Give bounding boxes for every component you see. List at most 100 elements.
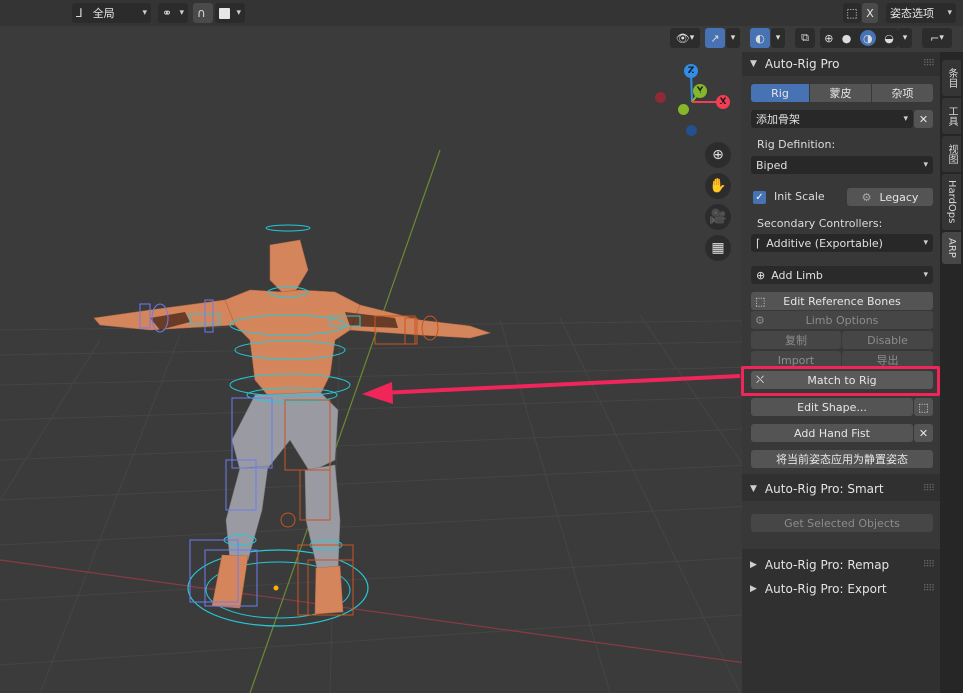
rig-definition-label: Rig Definition: — [757, 138, 836, 151]
tab-misc[interactable]: 杂项 — [872, 84, 933, 102]
duplicate-button[interactable]: 复制 — [751, 331, 841, 349]
visibility-dropdown[interactable]: 👁 ▾ — [670, 28, 700, 48]
tab-view[interactable]: 视图 — [942, 136, 961, 172]
tab-hardops[interactable]: HardOps — [942, 174, 961, 230]
limb-options-button[interactable]: ⚙ Limb Options — [751, 311, 933, 329]
add-limb-dropdown[interactable]: ⊕ Add Limb ▾ — [751, 266, 933, 284]
edit-shape-mirror-button[interactable]: ⬚ — [914, 398, 933, 416]
pivot-point-dropdown[interactable]: ⚭ ▾ — [158, 3, 188, 23]
perspective-grid-icon[interactable]: ▦ — [705, 235, 731, 261]
remap-panel-header[interactable]: ▶ Auto-Rig Pro: Remap ⠿⠿ — [742, 553, 940, 577]
drag-grip-icon[interactable]: ⠿⠿ — [923, 59, 935, 69]
add-hand-fist-button[interactable]: Add Hand Fist — [751, 424, 913, 442]
import-label: Import — [777, 353, 815, 367]
secondary-controllers-dropdown[interactable]: ⌈ Additive (Exportable) ▾ — [751, 234, 933, 252]
remove-armature-button[interactable]: ✕ — [914, 110, 933, 128]
close-icon: ✕ — [918, 112, 929, 126]
snap-dropdown[interactable]: ▾ — [215, 3, 245, 23]
chevron-down-icon: ▾ — [179, 8, 184, 18]
init-scale-label: Init Scale — [774, 190, 825, 203]
export-panel-header[interactable]: ▶ Auto-Rig Pro: Export ⠿⠿ — [742, 577, 940, 601]
material-shading-icon[interactable]: ◑ — [859, 30, 876, 46]
edit-reference-bones-button[interactable]: ⬚ Edit Reference Bones — [751, 292, 933, 310]
tab-tool[interactable]: 工具 — [942, 98, 961, 134]
xray-icon: ⧉ — [801, 31, 809, 44]
gear-icon: ⚙ — [861, 190, 872, 204]
add-armature-label: 添加骨架 — [756, 113, 800, 126]
duplicate-label: 复制 — [785, 334, 807, 347]
tab-rig[interactable]: Rig — [751, 84, 809, 102]
mirror-icon: ⬚ — [918, 400, 929, 414]
apply-pose-as-rest-button[interactable]: 将当前姿态应用为静置姿态 — [751, 450, 933, 468]
get-selected-objects-label: Get Selected Objects — [784, 516, 900, 530]
rendered-shading-icon[interactable]: ◒ — [884, 32, 894, 45]
pan-hand-icon[interactable]: ✋ — [705, 173, 731, 199]
editor-options-dropdown[interactable]: ⌐ ▾ — [922, 28, 952, 48]
smart-panel-title: Auto-Rig Pro: Smart — [764, 482, 884, 496]
bracket-icon: ⌈ — [756, 236, 761, 250]
zoom-icon[interactable]: ⊕ — [705, 142, 731, 168]
auto-rig-pro-panel-header[interactable]: ▼ Auto-Rig Pro ⠿⠿ — [742, 52, 940, 76]
smart-panel-body: Get Selected Objects — [742, 501, 940, 549]
tab-item[interactable]: 条目 — [942, 60, 961, 96]
export-panel-title: Auto-Rig Pro: Export — [764, 582, 887, 596]
gear-icon: ⚙ — [755, 313, 765, 327]
legacy-label: Legacy — [879, 190, 919, 204]
pose-mirror-button[interactable]: ⬚ — [843, 3, 861, 23]
chevron-down-icon: ▾ — [730, 33, 736, 43]
drag-grip-icon[interactable]: ⠿⠿ — [923, 584, 935, 594]
sidebar-vertical-tabs: 条目 工具 视图 HardOps ARP — [940, 52, 963, 693]
pose-options-dropdown[interactable]: 姿态选项 ▾ — [886, 3, 956, 23]
chevron-down-icon: ▾ — [923, 270, 928, 280]
tab-skinning[interactable]: 蒙皮 — [810, 84, 871, 102]
overlays-toggle[interactable]: ◐ — [750, 28, 770, 48]
remap-panel-title: Auto-Rig Pro: Remap — [764, 558, 890, 572]
orientation-axes-icon: ⅃ — [76, 6, 83, 20]
rig-definition-dropdown[interactable]: Biped ▾ — [751, 156, 933, 174]
close-icon: ✕ — [918, 426, 929, 440]
edit-shape-button[interactable]: Edit Shape... — [751, 398, 913, 416]
chevron-down-icon: ▾ — [142, 8, 147, 18]
init-scale-checkbox[interactable]: ✓ — [753, 191, 766, 204]
x-mirror-label: X — [866, 6, 874, 20]
viewport-header: ⅃ 全局 ▾ ⚭ ▾ ∩ ▾ ⬚ X 姿态选项 ▾ — [0, 0, 963, 26]
add-limb-label: Add Limb — [771, 268, 823, 282]
expand-triangle-icon: ▶ — [750, 560, 757, 570]
eye-icon: 👁 — [675, 31, 690, 45]
tab-arp[interactable]: ARP — [942, 232, 961, 264]
expand-triangle-icon: ▶ — [750, 584, 757, 594]
limb-options-label: Limb Options — [805, 313, 879, 327]
proportional-edit-toggle[interactable]: ∩ — [193, 3, 213, 23]
gizmo-arrow-icon: ↗ — [710, 31, 720, 45]
wireframe-shading-icon[interactable]: ⊕ — [824, 32, 833, 45]
drag-grip-icon[interactable]: ⠿⠿ — [923, 560, 935, 570]
xray-toggle[interactable]: ⧉ — [795, 28, 815, 48]
pose-options-label: 姿态选项 — [890, 7, 934, 20]
orientation-label: 全局 — [92, 7, 115, 20]
chevron-down-icon: ▾ — [775, 33, 781, 43]
camera-icon[interactable]: 🎥 — [705, 204, 731, 230]
chevron-down-icon: ▾ — [236, 8, 241, 18]
overlays-dropdown[interactable]: ▾ — [771, 28, 785, 48]
bones-icon: ⬚ — [755, 294, 766, 308]
solid-shading-icon[interactable]: ● — [842, 32, 852, 45]
chevron-down-icon: ▾ — [923, 238, 928, 248]
x-mirror-toggle[interactable]: X — [862, 3, 878, 23]
gizmo-dropdown[interactable]: ▾ — [726, 28, 740, 48]
disable-button[interactable]: Disable — [842, 331, 933, 349]
corner-icon: ⌐ — [930, 31, 940, 45]
shading-dropdown[interactable]: ▾ — [898, 28, 912, 48]
shading-mode-buttons[interactable]: ⊕ ● ◑ ◒ — [820, 28, 898, 48]
panel-title: Auto-Rig Pro — [764, 57, 840, 71]
get-selected-objects-button[interactable]: Get Selected Objects — [751, 514, 933, 532]
remove-hand-fist-button[interactable]: ✕ — [914, 424, 933, 442]
add-armature-dropdown[interactable]: 添加骨架 ▾ — [751, 110, 913, 128]
drag-grip-icon[interactable]: ⠿⠿ — [923, 484, 935, 494]
gizmo-toggle[interactable]: ↗ — [705, 28, 725, 48]
legacy-button[interactable]: ⚙ Legacy — [847, 188, 933, 206]
link-icon: ⚭ — [162, 6, 173, 20]
transform-orientation-dropdown[interactable]: ⅃ 全局 ▾ — [72, 3, 151, 23]
smart-panel-header[interactable]: ▼ Auto-Rig Pro: Smart ⠿⠿ — [742, 477, 940, 501]
rig-definition-value: Biped — [756, 158, 788, 172]
edit-shape-label: Edit Shape... — [797, 400, 867, 414]
